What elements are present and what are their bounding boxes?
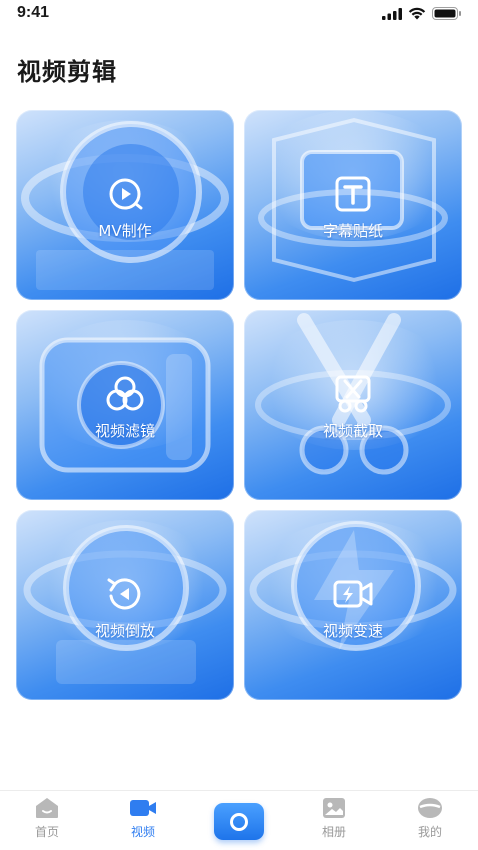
rewind-icon: [107, 578, 141, 610]
card-label: 视频截取: [322, 422, 383, 440]
tab-label: 相册: [321, 825, 346, 839]
play-circle-icon: [109, 178, 143, 210]
tab-label: 首页: [34, 825, 59, 839]
speed-camera-icon: [333, 580, 373, 608]
card-video-speed[interactable]: 视频变速: [244, 510, 462, 700]
card-mv-maker[interactable]: MV制作: [16, 110, 234, 300]
tab-label: 视频: [130, 825, 155, 839]
card-label: 视频滤镜: [94, 422, 155, 440]
card-label: 视频倒放: [94, 622, 155, 640]
card-subtitle-sticker[interactable]: 字幕贴纸: [244, 110, 462, 300]
camera-button[interactable]: [214, 803, 264, 840]
home-icon: [36, 798, 58, 818]
card-video-trim[interactable]: 视频截取: [244, 310, 462, 500]
tab-home[interactable]: 首页: [17, 797, 77, 840]
video-camera-icon: [130, 800, 156, 816]
camera-icon: [230, 813, 248, 831]
wifi-icon: [408, 7, 426, 20]
text-box-icon: [335, 176, 371, 212]
card-video-filter[interactable]: 视频滤镜: [16, 310, 234, 500]
card-label: MV制作: [98, 222, 152, 240]
tab-album[interactable]: 相册: [304, 797, 364, 840]
status-icons: [382, 7, 462, 20]
profile-icon: [418, 798, 442, 818]
card-video-reverse[interactable]: 视频倒放: [16, 510, 234, 700]
tab-video[interactable]: 视频: [113, 797, 173, 840]
album-icon: [323, 798, 345, 818]
page-title: 视频剪辑: [17, 58, 117, 86]
battery-icon: [432, 7, 461, 20]
signal-icon: [382, 7, 402, 20]
status-bar: 9:41: [0, 0, 478, 30]
tab-label: 我的: [417, 825, 442, 839]
scissors-icon: [335, 375, 371, 413]
card-label: 视频变速: [322, 622, 383, 640]
status-time: 9:41: [17, 4, 50, 21]
card-label: 字幕贴纸: [322, 222, 383, 240]
filter-circles-icon: [106, 376, 144, 411]
tab-profile[interactable]: 我的: [400, 797, 460, 840]
